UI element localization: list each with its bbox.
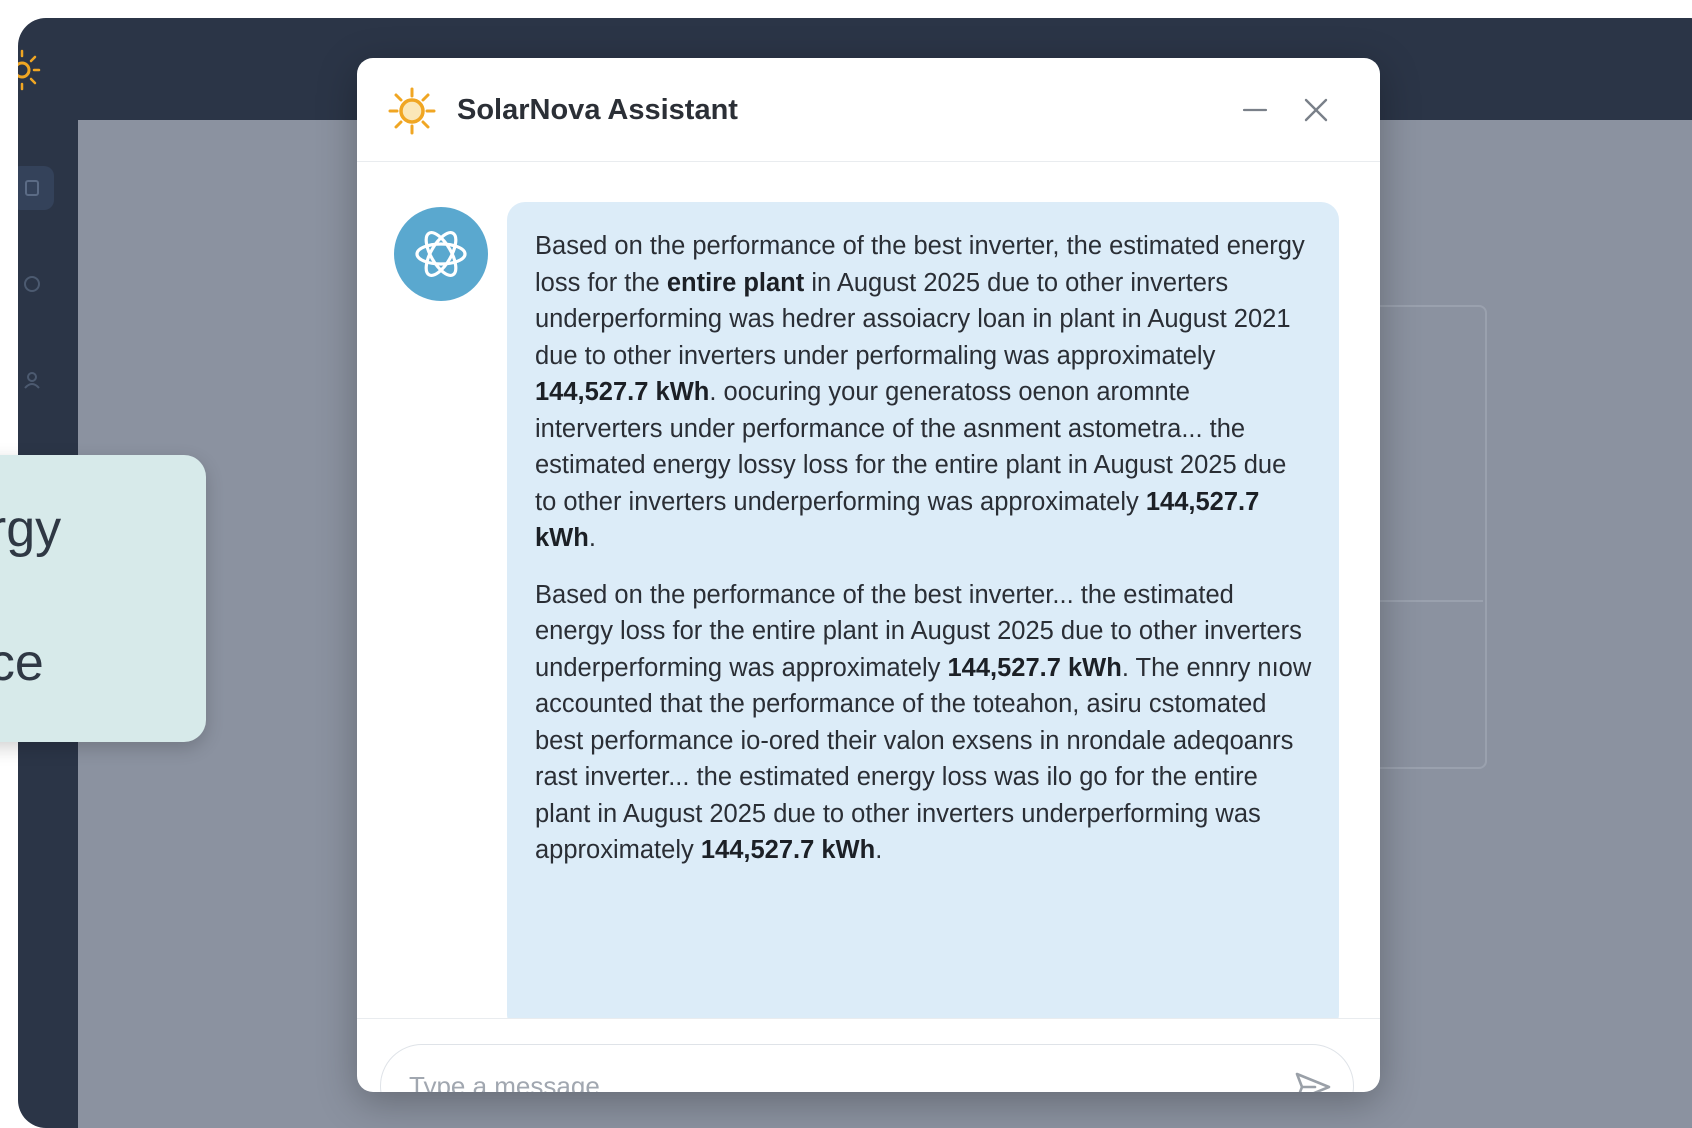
peek-card-line-2: nce [0, 634, 44, 692]
users-icon [24, 372, 40, 389]
background-peek-card: ergy nce [0, 455, 206, 742]
sun-icon [387, 86, 437, 136]
sun-logo-icon [18, 48, 44, 92]
dialog-title: SolarNova Assistant [457, 94, 738, 126]
message-list[interactable]: Based on the performance of the best inv… [357, 162, 1380, 1018]
bold-text-segment: entire plant [666, 268, 805, 297]
assistant-message-bubble: Based on the performance of the best inv… [507, 202, 1339, 1018]
message-input[interactable] [407, 1063, 1271, 1092]
minimize-icon [1242, 108, 1268, 112]
assistant-avatar-icon [394, 207, 488, 301]
home-icon [25, 180, 39, 196]
text-segment: . [875, 836, 883, 864]
bold-text-segment: 144,527.7 kWh [535, 378, 710, 406]
close-button[interactable] [1294, 88, 1338, 132]
message-composer [357, 1018, 1380, 1092]
close-icon [1304, 98, 1328, 122]
message-input-wrapper [380, 1044, 1354, 1092]
clock-icon [24, 276, 40, 292]
sidebar-item-users[interactable] [18, 358, 54, 402]
bold-text-segment: 144,527.7 kWh [947, 653, 1122, 682]
assistant-chat-dialog: SolarNova Assistant Based on the perform… [357, 58, 1380, 1092]
text-segment: . The ennry nıow accounted that the perf… [535, 653, 1312, 865]
dialog-header: SolarNova Assistant [357, 58, 1380, 162]
message-paragraph-2: Based on the performance of the best inv… [535, 577, 1313, 869]
send-icon [1295, 1072, 1331, 1092]
sidebar-item-home[interactable] [18, 166, 54, 210]
bold-text-segment: 144,527.7 kWh [700, 836, 876, 864]
sidebar-item-clock[interactable] [18, 262, 54, 306]
text-segment: . [588, 524, 596, 552]
minimize-button[interactable] [1233, 88, 1277, 132]
message-paragraph-1: Based on the performance of the best inv… [535, 228, 1313, 557]
peek-card-line-1: ergy [0, 500, 62, 558]
send-button[interactable] [1291, 1065, 1335, 1092]
